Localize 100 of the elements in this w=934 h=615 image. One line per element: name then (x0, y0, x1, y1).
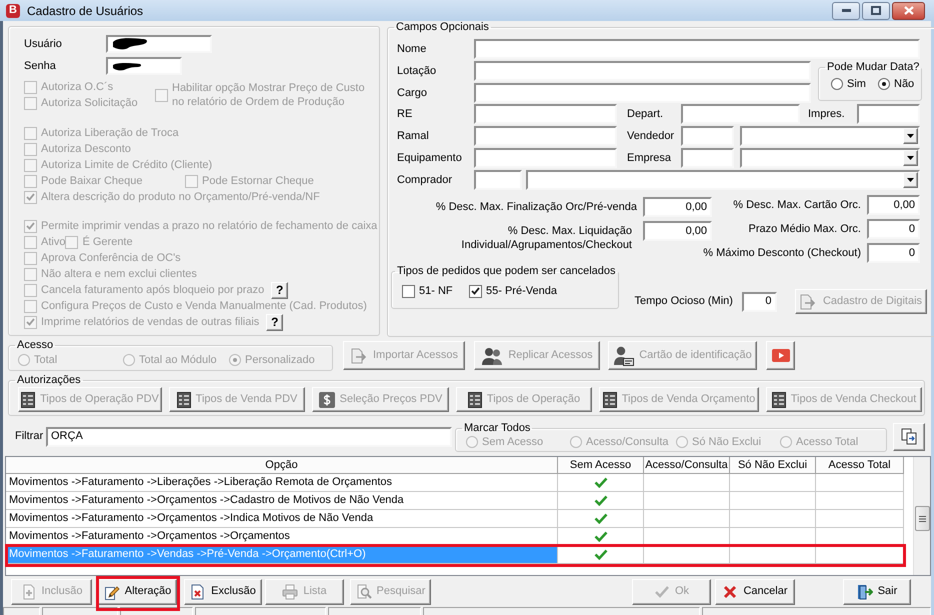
scrollbar[interactable] (913, 457, 930, 575)
check-icon (594, 549, 608, 560)
group-title: Autorizações (16, 374, 82, 387)
column-header[interactable]: Sem Acesso (558, 457, 644, 474)
minimize-icon (842, 9, 850, 12)
text-field[interactable]: ORÇA (46, 426, 452, 446)
column-header[interactable]: Acesso/Consulta (644, 457, 730, 474)
scroll-thumb[interactable] (914, 506, 930, 531)
text-field[interactable] (474, 170, 522, 190)
toolbar-button[interactable]: Alteração (98, 578, 177, 604)
check-icon (654, 584, 670, 600)
caret-icon (907, 178, 914, 182)
field-label: Tempo Ocioso (Min) (634, 294, 734, 310)
check-icon (594, 513, 608, 524)
close-button[interactable] (892, 2, 925, 20)
table-cell[interactable] (558, 510, 644, 528)
table-cell[interactable] (644, 492, 730, 510)
caret-icon (907, 134, 914, 138)
dropdown-field[interactable] (526, 170, 920, 190)
table-cell[interactable] (730, 546, 816, 564)
table-cell[interactable]: Movimentos ->Faturamento ->Vendas ->Pré-Venda ->Orçamento(Ctrl+O) (6, 546, 558, 564)
text-field[interactable] (681, 126, 734, 146)
radio-label[interactable]: Não (894, 76, 914, 92)
documents-arrow-icon (901, 428, 917, 445)
group-title: Tipos de pedidos que podem ser cancelados (396, 265, 617, 278)
caret-icon (907, 156, 914, 160)
video-button[interactable] (766, 341, 795, 370)
table-cell[interactable] (730, 474, 816, 492)
users-icon (481, 346, 504, 364)
checkbox-label[interactable]: 51- NF (419, 282, 453, 300)
cross-icon (722, 584, 738, 600)
dropdown-field[interactable] (740, 148, 920, 168)
close-icon (904, 6, 914, 15)
table-cell[interactable] (816, 510, 904, 528)
group-title: Marcar Todos (463, 422, 532, 434)
field-label: Vendedor (627, 128, 676, 144)
maximize-button[interactable] (862, 2, 890, 20)
field-label: Lotação (397, 64, 438, 79)
radio-label[interactable]: Sim (847, 76, 866, 92)
text-field[interactable]: 0,00 (643, 197, 712, 217)
column-header[interactable]: Acesso Total (816, 457, 904, 474)
toolbar-button[interactable]: Cancelar (715, 578, 795, 604)
app-logo: B (6, 4, 20, 18)
text-field[interactable] (474, 61, 811, 81)
text-field[interactable]: 0 (742, 292, 777, 312)
radio-button[interactable] (831, 78, 843, 90)
search-icon (356, 584, 372, 600)
field-label: % Máximo Desconto (Checkout) (703, 246, 861, 261)
checkbox[interactable] (402, 284, 415, 298)
table-cell[interactable]: Movimentos ->Faturamento ->Liberações ->Liberação Remota de Orçamentos (6, 474, 558, 492)
check-icon (594, 495, 608, 506)
text-field[interactable] (681, 104, 800, 124)
text-field[interactable] (681, 148, 734, 168)
table-cell[interactable] (558, 474, 644, 492)
table-cell[interactable] (644, 546, 730, 564)
text-field[interactable] (474, 104, 617, 124)
table-cell[interactable]: Movimentos ->Faturamento ->Orçamentos ->Indica Motivos de Não Venda (6, 510, 558, 528)
checkbox[interactable] (469, 284, 482, 298)
table-cell[interactable] (558, 546, 644, 564)
play-icon (772, 349, 790, 362)
table-cell[interactable] (816, 492, 904, 510)
table-cell[interactable] (644, 510, 730, 528)
list-icon (176, 392, 191, 408)
table-cell[interactable] (816, 474, 904, 492)
field-label: Depart. (627, 106, 664, 122)
field-label: % Desc. Max. Finalização Orc/Pré-venda (436, 200, 637, 214)
column-header[interactable]: Só Não Exclui (730, 457, 816, 474)
toolbar-button[interactable]: Exclusão (184, 578, 262, 604)
text-field[interactable] (857, 104, 920, 124)
document-arrow-icon (350, 348, 368, 364)
table-cell[interactable] (730, 492, 816, 510)
table-cell[interactable] (730, 510, 816, 528)
text-field[interactable]: 0 (867, 243, 920, 263)
minimize-button[interactable] (832, 2, 860, 20)
dollar-icon (318, 392, 335, 408)
list-icon (21, 392, 36, 408)
radio-button[interactable] (878, 78, 890, 90)
field-label: Senha (24, 58, 57, 74)
toolbar-button[interactable]: Sair (843, 578, 911, 604)
table-cell[interactable] (644, 474, 730, 492)
documents-button[interactable] (893, 422, 925, 450)
text-field[interactable]: 0 (867, 219, 920, 239)
document-arrow-icon (798, 294, 817, 310)
group-title: Acesso (16, 339, 54, 352)
field-label: Prazo Médio Max. Orc. (748, 222, 861, 237)
table-cell[interactable] (558, 492, 644, 510)
text-field[interactable]: 0,00 (643, 221, 712, 241)
text-field[interactable] (474, 83, 811, 103)
column-header[interactable]: Opção (6, 457, 558, 474)
dropdown-field[interactable] (740, 126, 920, 146)
text-field[interactable] (474, 126, 617, 146)
table-cell[interactable]: Movimentos ->Faturamento ->Orçamentos ->Cadastro de Motivos de Não Venda (6, 492, 558, 510)
text-field[interactable] (474, 39, 920, 59)
list-icon (772, 392, 786, 408)
field-label: Impres. (808, 106, 846, 122)
text-field[interactable]: 0,00 (867, 195, 920, 215)
group-title: Campos Opcionais (395, 21, 490, 34)
text-field[interactable] (474, 148, 617, 168)
checkbox-label[interactable]: 55- Pré-Venda (486, 282, 557, 300)
field-label: % Desc. Max. Cartão Orc. (733, 198, 861, 213)
